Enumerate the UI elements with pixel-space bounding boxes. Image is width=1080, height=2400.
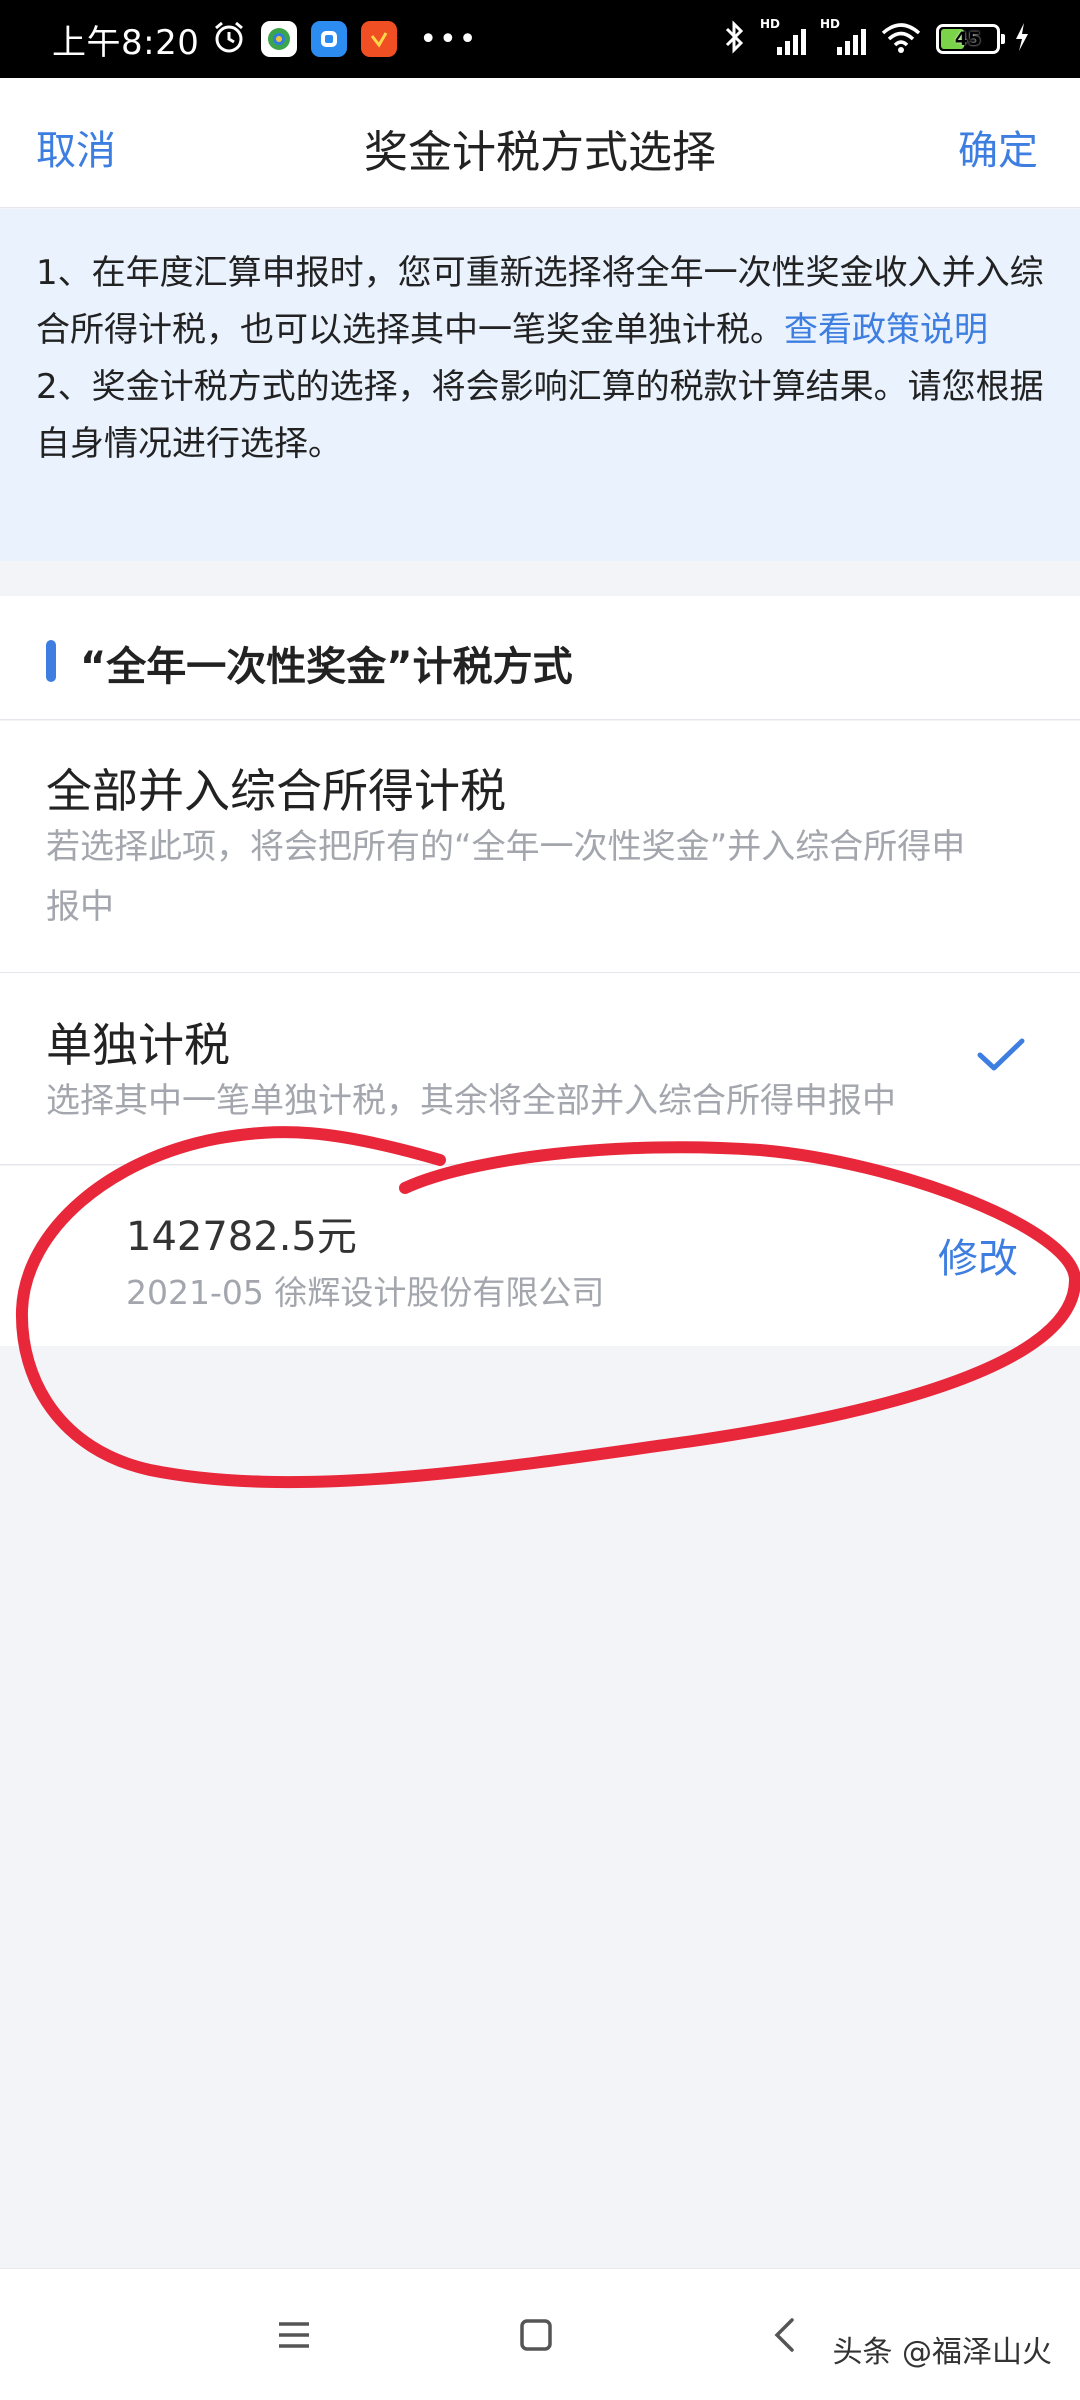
nav-header: 取消 奖金计税方式选择 确定 (0, 78, 1080, 208)
home-square-icon[interactable] (512, 2311, 560, 2359)
wifi-icon (880, 21, 922, 57)
notice-box: 1、在年度汇算申报时，您可重新选择将全年一次性奖金收入并入综合所得计税，也可以选… (0, 209, 1080, 561)
bonus-list-item: 142782.5元 2021-05 徐辉设计股份有限公司 修改 (0, 1166, 1080, 1346)
bluetooth-icon (724, 20, 746, 58)
app-icon-blue (311, 21, 348, 57)
menu-icon[interactable] (270, 2311, 318, 2359)
app-icon-colorful (261, 21, 298, 57)
option-combined-tax[interactable]: 全部并入综合所得计税 若选择此项，将会把所有的“全年一次性奖金”并入综合所得申报… (0, 721, 1080, 973)
section-title: “全年一次性奖金”计税方式 (80, 644, 573, 690)
option-description: 若选择此项，将会把所有的“全年一次性奖金”并入综合所得申报中 (46, 827, 966, 927)
section-accent-bar (46, 640, 56, 682)
more-dots-icon: ••• (419, 21, 479, 57)
charging-icon (1014, 22, 1030, 56)
status-bar: 上午8:20 ••• HD HD 45 (0, 0, 1080, 78)
battery-icon: 45 (936, 24, 1005, 54)
watermark-text: 头条 @福泽山火 (832, 2335, 1052, 2370)
section-header: “全年一次性奖金”计税方式 (0, 596, 1080, 720)
signal-hd-icon: HD (820, 17, 866, 55)
checkmark-icon (976, 1037, 1026, 1077)
back-arrow-icon[interactable] (760, 2311, 808, 2359)
edit-button[interactable]: 修改 (938, 1226, 1018, 1284)
battery-level: 45 (954, 28, 982, 50)
page-title: 奖金计税方式选择 (364, 127, 716, 178)
bonus-amount: 142782.5元 (126, 1214, 357, 1260)
option-title: 全部并入综合所得计税 (46, 764, 506, 818)
status-time: 上午8:20 (52, 22, 200, 63)
system-nav-bar: 头条 @福泽山火 (0, 2268, 1080, 2400)
notice-line-1: 1、在年度汇算申报时，您可重新选择将全年一次性奖金收入并入综合所得计税，也可以选… (36, 253, 1044, 350)
app-icon-orange (361, 21, 398, 57)
option-title: 单独计税 (46, 1018, 230, 1072)
policy-link[interactable]: 查看政策说明 (784, 310, 988, 350)
bonus-detail: 2021-05 徐辉设计股份有限公司 (126, 1273, 605, 1312)
notice-line-2: 2、奖金计税方式的选择，将会影响汇算的税款计算结果。请您根据自身情况进行选择。 (36, 367, 1044, 464)
signal-hd-icon: HD (760, 17, 806, 55)
option-description: 选择其中一笔单独计税，其余将全部并入综合所得申报中 (46, 1081, 896, 1121)
confirm-button[interactable]: 确定 (958, 118, 1038, 176)
option-separate-tax[interactable]: 单独计税 选择其中一笔单独计税，其余将全部并入综合所得申报中 (0, 973, 1080, 1165)
alarm-icon (211, 19, 247, 59)
